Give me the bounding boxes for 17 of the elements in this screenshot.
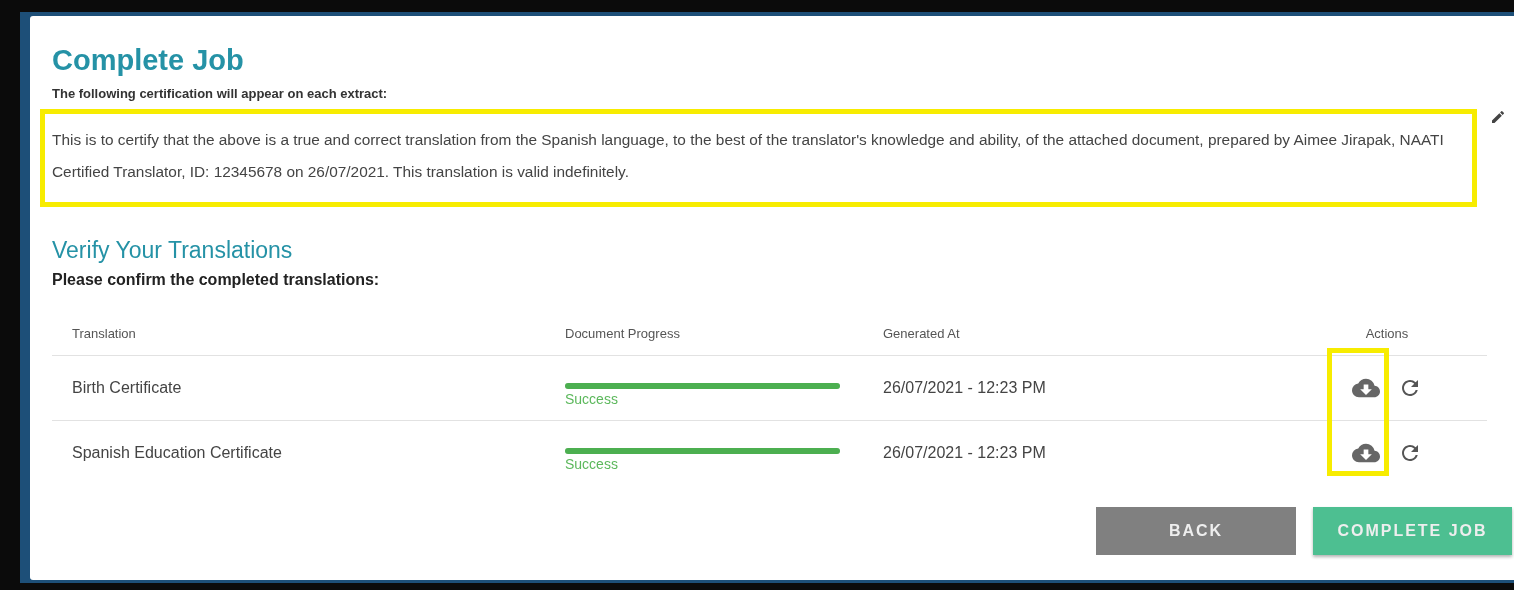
- section-prompt: Please confirm the completed translations:: [52, 271, 381, 289]
- certification-text: This is to certify that the above is a true and correct translation from the Spanish language, to the best of the translator's knowledge and ability, of the attached document, prepared by Aimee Jirapak, NAATI Certified Translator, ID: 12345678 on 26/07/2021. This translation is valid indefinitely.: [40, 109, 1477, 207]
- column-header: Document Progress: [565, 325, 681, 341]
- status-text: Success: [565, 456, 619, 472]
- section-title: Verify Your Translations: [52, 236, 294, 265]
- table-cell-text: 26/07/2021 - 12:23 PM: [883, 444, 1047, 462]
- certification-label: The following certification will appear on each extract:: [52, 86, 389, 101]
- column-header: Actions: [1364, 325, 1410, 341]
- column-header: Translation: [72, 325, 137, 341]
- table-cell-text: Birth Certificate: [72, 379, 183, 397]
- back-button[interactable]: BACK: [1096, 507, 1296, 555]
- table-cell-text: 26/07/2021 - 12:23 PM: [883, 379, 1047, 397]
- column-header: Generated At: [883, 325, 961, 341]
- page-title: Complete Job: [52, 43, 245, 78]
- complete-button[interactable]: COMPLETE JOB: [1313, 507, 1512, 555]
- table-cell-text: Spanish Education Certificate: [72, 444, 283, 462]
- status-text: Success: [565, 391, 619, 407]
